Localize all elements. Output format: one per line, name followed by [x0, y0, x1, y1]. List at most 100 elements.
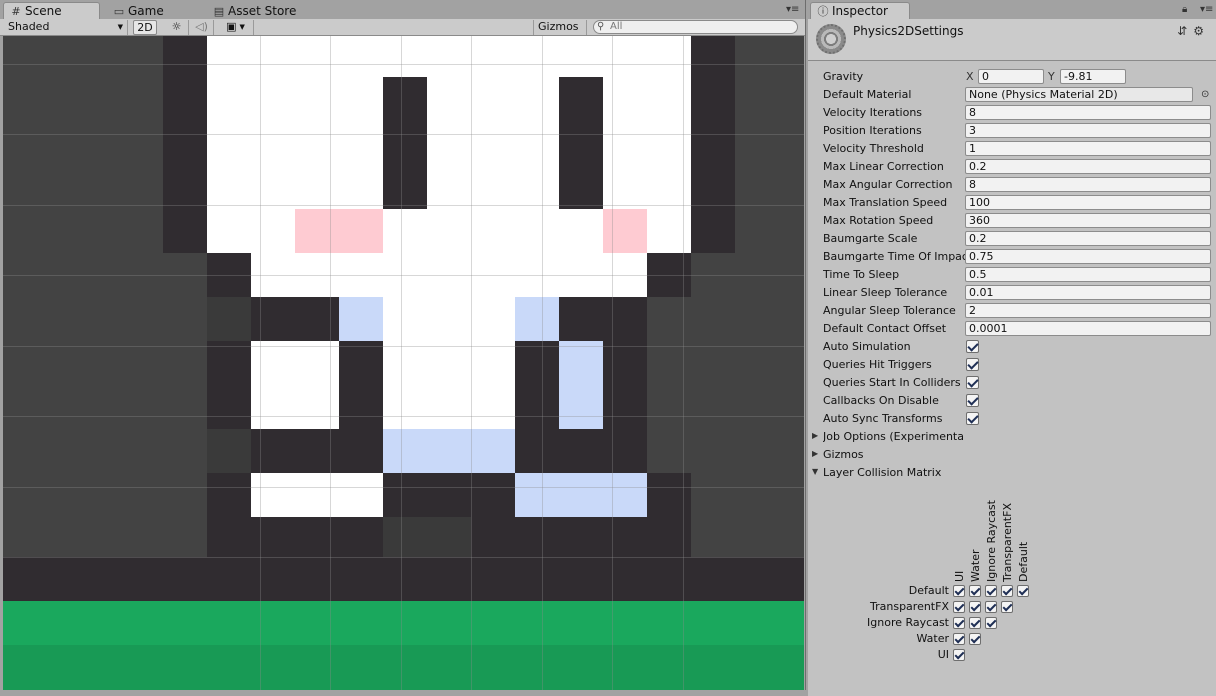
field-label: Default Contact Offset [823, 322, 947, 335]
triangle-right-icon: ▶ [812, 431, 819, 440]
matrix-checkbox[interactable] [969, 585, 981, 597]
dark-pixel [163, 36, 207, 253]
max-angular-correction-input[interactable]: 8 [965, 177, 1211, 192]
tab-scene[interactable]: # Scene [3, 2, 100, 19]
object-picker-icon[interactable]: ⊙ [1201, 89, 1209, 100]
field-linear-sleep-tolerance: Linear Sleep Tolerance 0.01 [808, 284, 1216, 302]
matrix-checkbox[interactable] [953, 585, 965, 597]
field-label: Auto Sync Transforms [823, 412, 943, 425]
matrix-checkbox[interactable] [953, 617, 965, 629]
default-material-object-field[interactable]: None (Physics Material 2D) [965, 87, 1193, 102]
tab-inspector[interactable]: ⓘ Inspector [810, 2, 910, 19]
field-label: Max Rotation Speed [823, 214, 934, 227]
dark-pixel [251, 297, 339, 341]
foldout-job-options[interactable]: ▶ Job Options (Experimental) [808, 428, 1216, 446]
matrix-checkbox[interactable] [985, 617, 997, 629]
matrix-checkbox[interactable] [953, 633, 965, 645]
matrix-row-label: UI [937, 648, 949, 661]
grid-line [3, 346, 804, 347]
field-label: Linear Sleep Tolerance [823, 286, 948, 299]
chevron-down-icon: ▼ [117, 23, 123, 31]
max-translation-speed-input[interactable]: 100 [965, 195, 1211, 210]
field-label: Max Linear Correction [823, 160, 944, 173]
field-position-iterations: Position Iterations 3 [808, 122, 1216, 140]
field-label: Max Angular Correction [823, 178, 953, 191]
field-velocity-threshold: Velocity Threshold 1 [808, 140, 1216, 158]
triangle-right-icon: ▶ [812, 449, 819, 458]
gravity-y-label: Y [1048, 70, 1055, 83]
lock-icon[interactable]: 🔒︎ [1182, 4, 1187, 15]
field-baumgarte-scale: Baumgarte Scale 0.2 [808, 230, 1216, 248]
shading-mode-label: Shaded [8, 20, 50, 33]
shading-mode-dropdown[interactable]: Shaded ▼ [4, 20, 128, 35]
matrix-checkbox[interactable] [1001, 585, 1013, 597]
audio-toggle[interactable]: ◁) [190, 20, 214, 35]
matrix-checkbox[interactable] [985, 585, 997, 597]
baumgarte-toi-scale-input[interactable]: 0.75 [965, 249, 1211, 264]
position-iterations-input[interactable]: 3 [965, 123, 1211, 138]
matrix-row-label: TransparentFX [870, 600, 949, 613]
auto-simulation-checkbox[interactable] [966, 340, 979, 353]
shade-pixel [207, 297, 251, 341]
field-max-angular-correction: Max Angular Correction 8 [808, 176, 1216, 194]
matrix-column-label: UI [953, 570, 966, 582]
field-max-translation-speed: Max Translation Speed 100 [808, 194, 1216, 212]
field-baumgarte-toi-scale: Baumgarte Time Of Impact Scale 0.75 [808, 248, 1216, 266]
velocity-iterations-input[interactable]: 8 [965, 105, 1211, 120]
eye-left [383, 77, 427, 209]
effects-dropdown[interactable]: ▣ ▼ [218, 20, 254, 35]
scene-search-placeholder: All [610, 21, 623, 32]
white-pixel [251, 473, 383, 517]
field-queries-hit-triggers: Queries Hit Triggers [808, 356, 1216, 374]
tab-game[interactable]: ▭ Game [106, 2, 206, 19]
gravity-x-label: X [966, 70, 974, 83]
field-default-material: Default Material None (Physics Material … [808, 86, 1216, 104]
queries-start-in-colliders-checkbox[interactable] [966, 376, 979, 389]
matrix-checkbox[interactable] [1001, 601, 1013, 613]
tab-asset-store[interactable]: ▤ Asset Store [206, 2, 316, 19]
foldout-layer-collision-matrix[interactable]: ▼ Layer Collision Matrix [808, 464, 1216, 482]
max-linear-correction-input[interactable]: 0.2 [965, 159, 1211, 174]
time-to-sleep-input[interactable]: 0.5 [965, 267, 1211, 282]
cheek-left [295, 209, 383, 253]
scene-search-input[interactable]: ⚲ All [593, 20, 798, 34]
matrix-checkbox[interactable] [953, 649, 965, 661]
dark-pixel [515, 429, 647, 473]
preset-icon[interactable]: ⇵ [1177, 24, 1193, 38]
lighting-toggle[interactable]: ☼ [165, 20, 189, 35]
panel-menu-icon[interactable]: ▾≡ [786, 4, 799, 15]
panel-menu-icon[interactable]: ▾≡ [1200, 4, 1213, 15]
default-contact-offset-input[interactable]: 0.0001 [965, 321, 1211, 336]
gravity-y-input[interactable]: -9.81 [1060, 69, 1126, 84]
angular-sleep-tolerance-input[interactable]: 2 [965, 303, 1211, 318]
matrix-checkbox[interactable] [985, 601, 997, 613]
matrix-row-label: Default [908, 584, 949, 597]
matrix-checkbox[interactable] [969, 617, 981, 629]
linear-sleep-tolerance-input[interactable]: 0.01 [965, 285, 1211, 300]
matrix-checkbox[interactable] [969, 633, 981, 645]
queries-hit-triggers-checkbox[interactable] [966, 358, 979, 371]
gizmos-dropdown[interactable]: Gizmos ▼ [533, 20, 587, 45]
scene-viewport[interactable] [3, 36, 804, 690]
field-callbacks-on-disable: Callbacks On Disable [808, 392, 1216, 410]
matrix-checkbox[interactable] [969, 601, 981, 613]
tab-game-label: Game [128, 4, 164, 18]
auto-sync-transforms-checkbox[interactable] [966, 412, 979, 425]
matrix-checkbox[interactable] [953, 601, 965, 613]
field-auto-sync-transforms: Auto Sync Transforms [808, 410, 1216, 428]
grid-icon: # [11, 5, 21, 18]
matrix-checkbox[interactable] [1017, 585, 1029, 597]
mode-2d-toggle[interactable]: 2D [133, 20, 157, 35]
gear-icon[interactable]: ⚙ [1193, 24, 1210, 38]
max-rotation-speed-input[interactable]: 360 [965, 213, 1211, 228]
gravity-x-input[interactable]: 0 [978, 69, 1044, 84]
mode-2d-label: 2D [137, 21, 153, 34]
field-label: Queries Hit Triggers [823, 358, 932, 371]
velocity-threshold-input[interactable]: 1 [965, 141, 1211, 156]
sun-icon: ☼ [171, 20, 182, 33]
gamepad-icon: ▭ [113, 5, 125, 18]
baumgarte-scale-input[interactable]: 0.2 [965, 231, 1211, 246]
foldout-gizmos[interactable]: ▶ Gizmos [808, 446, 1216, 464]
grid-line [3, 205, 804, 206]
callbacks-on-disable-checkbox[interactable] [966, 394, 979, 407]
